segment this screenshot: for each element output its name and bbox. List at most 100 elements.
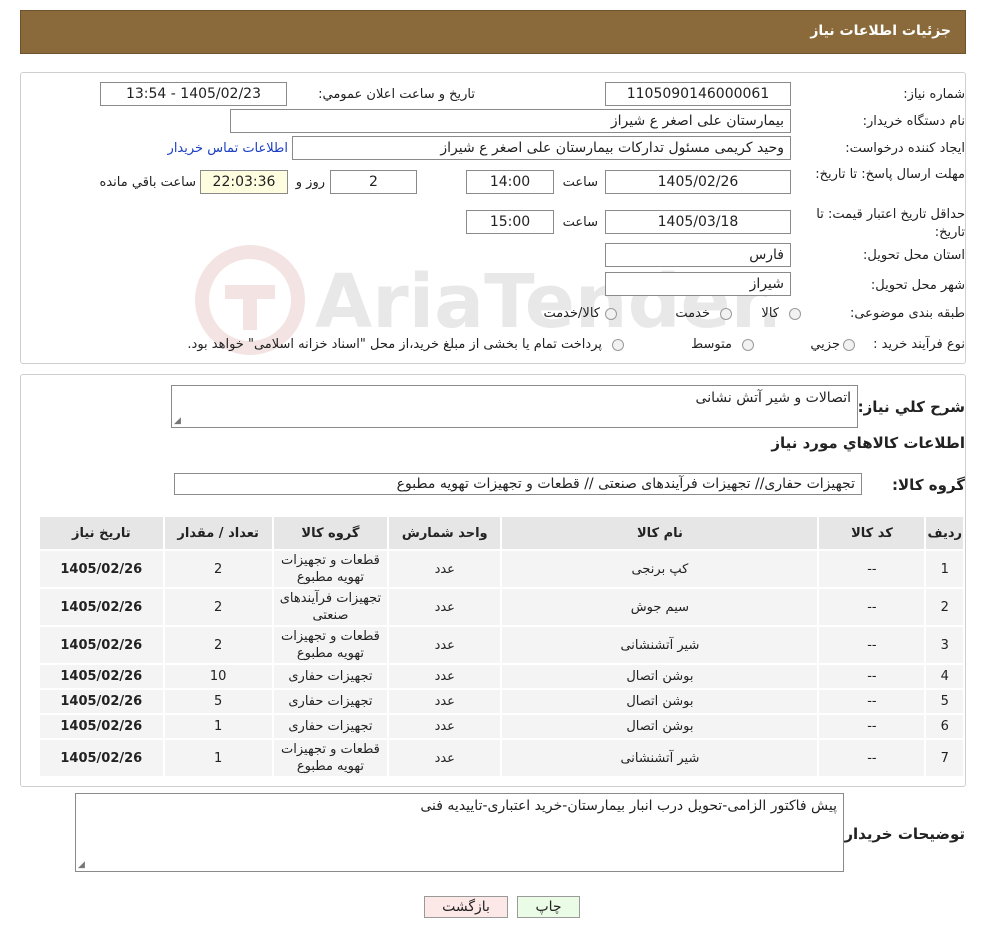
table-row: 5 -- بوشن اتصال عدد تجهیزات حفاری 5 1405… [38,688,965,715]
remaining-time-label: ساعت باقي مانده [99,175,196,190]
cell-quantity: 2 [162,587,274,627]
col-header-quantity: تعداد / مقدار [162,515,274,551]
cell-unit: عدد [387,587,503,627]
col-header-unit: واحد شمارش [387,515,503,551]
cell-group: تجهیزات حفاری [271,663,390,690]
announce-datetime-field: 1405/02/23 - 13:54 [100,82,287,106]
process-label: نوع فرآيند خريد : [873,337,965,352]
table-row: 7 -- شیر آتشنشانی عدد قطعات و تجهیزات ته… [38,738,965,778]
process-radio-treasury[interactable] [612,339,624,351]
cell-code: -- [817,713,927,740]
cell-group: تجهیزات حفاری [271,688,390,715]
cell-unit: عدد [387,688,503,715]
col-header-date: تاريخ نياز [38,515,165,551]
cell-quantity: 2 [162,625,274,665]
col-header-name: نام کالا [500,515,820,551]
cell-name: بوشن اتصال [500,688,820,715]
category-radio-service[interactable] [720,308,732,320]
cell-date: 1405/02/26 [38,663,165,690]
days-label: روز و [295,175,325,190]
cell-name: شیر آتشنشانی [500,738,820,778]
col-header-code: کد کالا [817,515,927,551]
cell-group: تجهیزات فرآیندهای صنعتی [271,587,390,627]
col-header-group: گروه کالا [271,515,390,551]
print-button[interactable]: چاپ [517,896,580,918]
cell-group: قطعات و تجهیزات تهویه مطبوع [271,549,390,589]
need-number-field: 1105090146000061 [605,82,791,106]
need-number-label: شماره نیاز: [903,87,965,102]
cell-row-number: 3 [924,625,965,665]
cell-name: سیم جوش [500,587,820,627]
deadline-date-field: 1405/02/26 [605,170,791,194]
cell-quantity: 1 [162,738,274,778]
validity-label: حداقل تاريخ اعتبار قيمت: تا تاريخ: [816,207,965,240]
col-header-row-number: رديف [924,515,965,551]
requester-label: ايجاد کننده درخواست: [845,141,965,156]
cell-row-number: 7 [924,738,965,778]
buyer-notes-text: پیش فاکتور الزامی-تحویل درب انبار بیمارس… [420,798,837,814]
cell-unit: عدد [387,549,503,589]
page-header: جزئیات اطلاعات نیاز [20,10,966,54]
resize-grip-icon[interactable]: ◢ [174,416,181,426]
cell-date: 1405/02/26 [38,713,165,740]
summary-textarea[interactable]: اتصالات و شیر آتش نشانی ◢ [171,385,858,428]
remaining-time-field: 22:03:36 [200,170,288,194]
city-field: شیراز [605,272,791,296]
cell-group: قطعات و تجهیزات تهویه مطبوع [271,625,390,665]
process-radio-minor[interactable] [843,339,855,351]
cell-quantity: 5 [162,688,274,715]
table-row: 2 -- سیم جوش عدد تجهیزات فرآیندهای صنعتی… [38,587,965,627]
cell-date: 1405/02/26 [38,688,165,715]
cell-code: -- [817,663,927,690]
announce-label: تاريخ و ساعت اعلان عمومي: [318,87,475,102]
validity-time-label: ساعت [562,215,598,230]
cell-date: 1405/02/26 [38,738,165,778]
items-table: رديف کد کالا نام کالا واحد شمارش گروه کا… [38,515,965,778]
goods-group-field: تجهیزات حفاری// تجهیزات فرآیندهای صنعتی … [174,473,862,495]
process-option-minor: جزيي [810,337,840,352]
validity-date-field: 1405/03/18 [605,210,791,234]
cell-quantity: 2 [162,549,274,589]
cell-name: بوشن اتصال [500,663,820,690]
cell-unit: عدد [387,738,503,778]
buyer-notes-textarea[interactable]: پیش فاکتور الزامی-تحویل درب انبار بیمارس… [75,793,844,872]
process-note: پرداخت تمام یا بخشی از مبلغ خرید،از محل … [187,337,602,352]
cell-row-number: 5 [924,688,965,715]
cell-code: -- [817,625,927,665]
cell-group: تجهیزات حفاری [271,713,390,740]
process-option-medium: متوسط [691,337,732,352]
summary-text: اتصالات و شیر آتش نشانی [695,390,851,406]
cell-row-number: 1 [924,549,965,589]
cell-code: -- [817,688,927,715]
back-button[interactable]: بازگشت [424,896,508,918]
cell-code: -- [817,587,927,627]
deadline-time-label: ساعت [562,175,598,190]
cell-date: 1405/02/26 [38,625,165,665]
cell-unit: عدد [387,625,503,665]
cell-quantity: 1 [162,713,274,740]
buyer-contact-link[interactable]: اطلاعات تماس خريدار [168,141,288,156]
category-label: طبقه بندی موضوعی: [849,306,965,321]
cell-name: شیر آتشنشانی [500,625,820,665]
deadline-label: مهلت ارسال پاسخ: تا تاريخ: [815,167,965,182]
cell-row-number: 2 [924,587,965,627]
page-title: جزئیات اطلاعات نیاز [810,23,951,39]
province-label: استان محل تحويل: [863,248,965,263]
resize-grip-icon[interactable]: ◢ [78,860,85,870]
category-option-service: خدمت [675,306,710,321]
process-radio-medium[interactable] [742,339,754,351]
category-radio-goods-service[interactable] [605,308,617,320]
cell-unit: عدد [387,713,503,740]
cell-group: قطعات و تجهیزات تهویه مطبوع [271,738,390,778]
cell-code: -- [817,549,927,589]
validity-time-field: 15:00 [466,210,554,234]
table-row: 4 -- بوشن اتصال عدد تجهیزات حفاری 10 140… [38,663,965,690]
cell-date: 1405/02/26 [38,587,165,627]
goods-section-title: اطلاعات كالاهاي مورد نياز [771,434,965,452]
table-header-row: رديف کد کالا نام کالا واحد شمارش گروه کا… [38,515,965,551]
table-row: 6 -- بوشن اتصال عدد تجهیزات حفاری 1 1405… [38,713,965,740]
city-label: شهر محل تحويل: [870,278,965,293]
cell-row-number: 4 [924,663,965,690]
cell-code: -- [817,738,927,778]
category-radio-goods[interactable] [789,308,801,320]
